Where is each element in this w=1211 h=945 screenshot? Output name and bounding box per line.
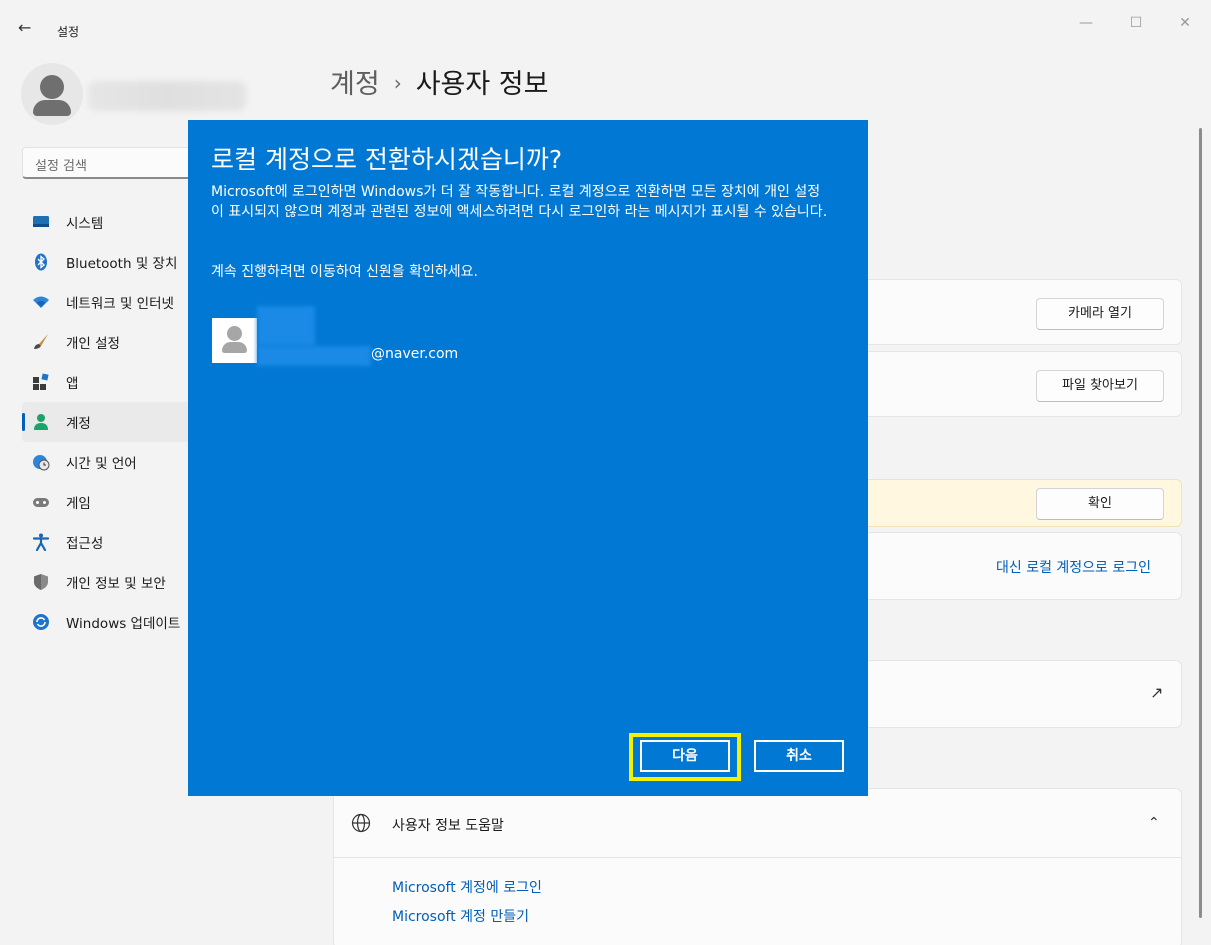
sidebar-item-label: 네트워크 및 인터넷: [66, 296, 174, 312]
sidebar-item-label: 게임: [66, 496, 91, 512]
scrollbar[interactable]: [1199, 128, 1202, 918]
chevron-up-icon[interactable]: ⌃: [1148, 815, 1160, 831]
globe-icon: [351, 813, 371, 833]
account-email-blurred: [257, 346, 371, 366]
title-bar: ← 설정 — ☐ ✕: [0, 0, 1211, 46]
cancel-button[interactable]: 취소: [754, 740, 844, 772]
sidebar-item-label: 접근성: [66, 536, 104, 552]
user-avatar-icon[interactable]: [21, 63, 83, 125]
dialog-instruction: 계속 진행하려면 이동하여 신원을 확인하세요.: [211, 264, 478, 280]
update-icon: [33, 614, 49, 630]
accessibility-icon: [32, 533, 50, 551]
wifi-icon: [33, 296, 49, 308]
browse-files-button[interactable]: 파일 찾아보기: [1036, 370, 1164, 402]
help-card: 사용자 정보 도움말 ⌃ Microsoft 계정에 로그인 Microsoft…: [333, 788, 1182, 945]
sidebar-item-label: 시간 및 언어: [66, 456, 137, 472]
breadcrumb-parent[interactable]: 계정: [330, 69, 380, 100]
minimize-icon[interactable]: —: [1068, 10, 1104, 36]
dialog-body: Microsoft에 로그인하면 Windows가 더 잘 작동합니다. 로컬 …: [211, 184, 828, 220]
next-button[interactable]: 다음: [640, 740, 730, 772]
page-title: 사용자 정보: [415, 69, 549, 100]
gamepad-icon: [33, 498, 49, 507]
account-icon: [34, 414, 48, 430]
brush-icon: [34, 334, 48, 349]
sidebar-item-label: 계정: [66, 416, 91, 432]
open-camera-button[interactable]: 카메라 열기: [1036, 298, 1164, 330]
switch-local-account-dialog: 로컬 계정으로 전환하시겠습니까? Microsoft에 로그인하면 Windo…: [188, 120, 868, 796]
user-name-blurred: [88, 81, 246, 111]
system-icon: [33, 216, 49, 227]
account-avatar-icon: [212, 318, 257, 363]
apps-icon: [33, 373, 49, 390]
chevron-right-icon: ›: [393, 71, 402, 95]
globe-clock-icon: [33, 455, 50, 471]
help-link-signin[interactable]: Microsoft 계정에 로그인: [392, 877, 542, 897]
help-link-create[interactable]: Microsoft 계정 만들기: [392, 906, 529, 926]
dialog-title: 로컬 계정으로 전환하시겠습니까?: [211, 145, 563, 174]
divider: [334, 857, 1181, 858]
maximize-icon[interactable]: ☐: [1118, 10, 1154, 36]
back-arrow-icon[interactable]: ←: [18, 18, 42, 42]
close-icon[interactable]: ✕: [1167, 10, 1203, 36]
sidebar-item-label: 개인 정보 및 보안: [66, 576, 166, 592]
sidebar-item-label: Bluetooth 및 장치: [66, 256, 178, 272]
shield-icon: [34, 574, 48, 590]
account-name-blurred: [257, 306, 315, 346]
sidebar-item-label: Windows 업데이트: [66, 616, 181, 632]
app-title: 설정: [57, 25, 80, 39]
account-email: @naver.com: [371, 346, 459, 362]
sidebar-item-label: 앱: [66, 376, 79, 392]
confirm-button[interactable]: 확인: [1036, 488, 1164, 520]
sidebar-item-label: 개인 설정: [66, 336, 120, 352]
external-link-icon[interactable]: ↗: [1150, 683, 1163, 702]
settings-window: ← 설정 — ☐ ✕ 설정 검색 시스템 Bluetooth 및 장치 네트워크…: [0, 0, 1211, 945]
help-title: 사용자 정보 도움말: [392, 818, 504, 834]
breadcrumb: 계정 › 사용자 정보: [330, 62, 548, 101]
local-account-link[interactable]: 대신 로컬 계정으로 로그인: [996, 557, 1151, 577]
sidebar-item-label: 시스템: [66, 216, 104, 232]
bluetooth-icon: [35, 253, 47, 271]
